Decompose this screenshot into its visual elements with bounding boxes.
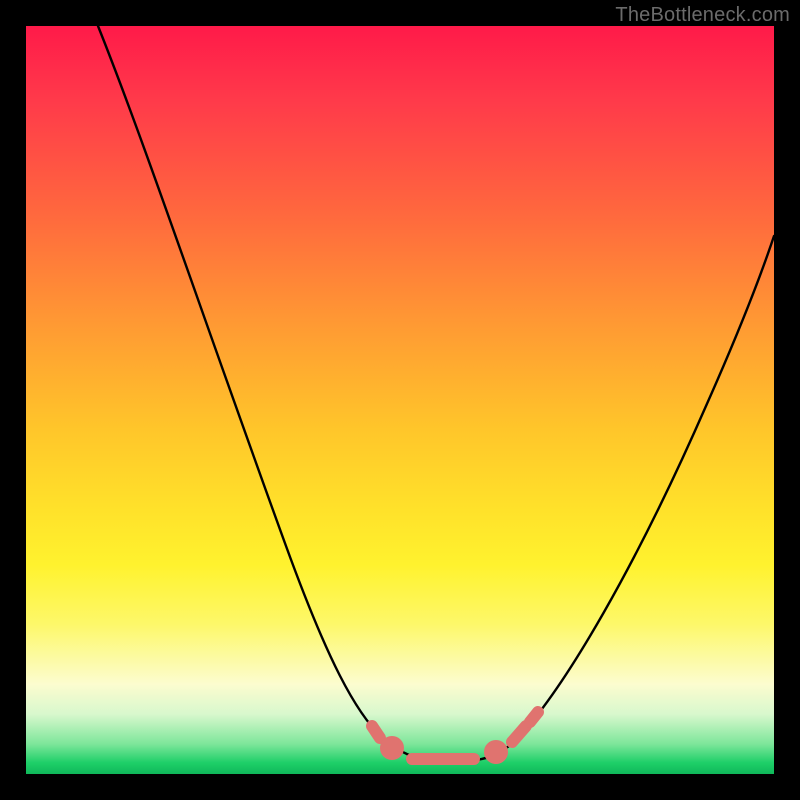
bottleneck-curve-svg xyxy=(26,26,774,774)
highlight-dots xyxy=(372,712,538,759)
chart-frame: TheBottleneck.com xyxy=(0,0,800,800)
bottleneck-curve xyxy=(98,26,774,760)
watermark-text: TheBottleneck.com xyxy=(615,4,790,27)
plot-area xyxy=(26,26,774,774)
